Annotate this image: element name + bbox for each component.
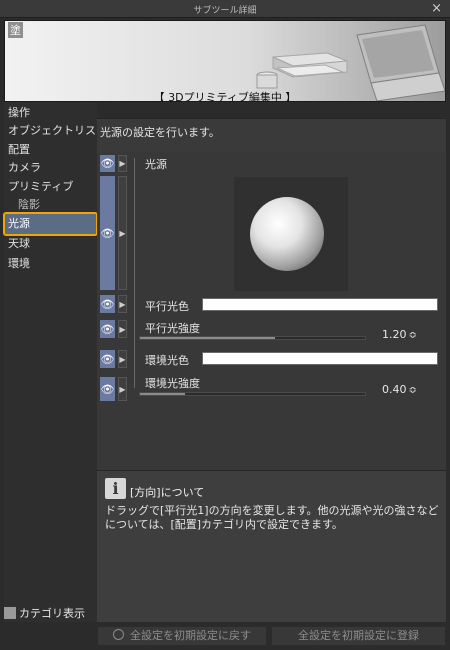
parallel-strength-eye-icon[interactable]: 👁 [100,320,115,338]
help-panel: i [方向]について ドラッグで[平行光1]の方向を変更します。他の光源や光の強… [97,470,446,622]
ambient-strength-input[interactable]: 0.40 ≎ [382,383,442,396]
category-description: 光源の設定を行います。 [97,118,446,152]
category-item-placement[interactable]: 配置 [4,141,97,159]
footer-bar: 全設定を初期設定に戻す 全設定を初期設定に登録 [0,622,450,650]
category-item-shading[interactable]: 陰影 [4,196,97,214]
category-display-toggle[interactable]: カテゴリ表示 [4,606,96,622]
parallel-strength-fill [140,337,275,339]
reset-defaults-button[interactable]: 全設定を初期設定に戻す [97,626,267,646]
parallel-strength-arrow-icon[interactable]: ▶ [118,320,127,338]
ambient-color-swatch[interactable] [202,352,438,365]
light-direction-arrow-icon[interactable]: ▶ [118,176,127,290]
parallel-color-eye-icon[interactable]: 👁 [100,295,115,313]
category-description-text: 光源の設定を行います。 [100,126,220,139]
ambient-color-arrow-icon[interactable]: ▶ [118,350,127,368]
category-item-primitive[interactable]: プリミティブ [4,178,97,196]
light-source-label: 光源 [145,158,167,171]
tool-preview: 塗 【 3Dプリミティブ編集中 】 [4,20,446,102]
ambient-strength-value: 0.40 [382,383,407,396]
tool-ghost-label: 塗 [8,22,23,38]
reset-icon [113,629,124,640]
info-icon: i [105,478,126,499]
window-title: サブツール詳細 [193,6,257,16]
parallel-strength-slider[interactable] [139,336,366,340]
light-settings-panel: 👁 ▶ 👁 ▶ 光源 👁 ▶ 平行光色 👁 ▶ 平行光強度 1.20 ≎ 👁 ▶ … [97,152,446,470]
light-direction-eye-icon[interactable]: 👁 [100,176,115,290]
ambient-color-label: 環境光色 [145,354,189,367]
spin-arrows-icon[interactable]: ≎ [409,385,417,396]
ambient-color-eye-icon[interactable]: 👁 [100,350,115,368]
reset-defaults-label: 全設定を初期設定に戻す [130,629,251,642]
parallel-color-swatch[interactable] [202,298,438,311]
spin-arrows-icon[interactable]: ≎ [409,330,417,341]
register-defaults-label: 全設定を初期設定に登録 [298,629,419,642]
category-display-label: カテゴリ表示 [19,607,85,620]
window-titlebar: サブツール詳細 × [0,0,450,18]
category-item-environment[interactable]: 環境 [4,255,97,273]
edit-status-label: 【 3Dプリミティブ編集中 】 [153,91,297,102]
close-icon[interactable]: × [431,1,442,16]
category-display-checkbox[interactable] [4,607,16,619]
parallel-color-arrow-icon[interactable]: ▶ [118,295,127,313]
parallel-color-label: 平行光色 [145,300,189,313]
light-direction-sphere[interactable] [234,177,348,291]
help-body: ドラッグで[平行光1]の方向を変更します。他の光源や光の強さなどについては、[配… [105,504,439,531]
visibility-eye-icon[interactable]: 👁 [100,155,115,172]
category-list: 操作 オブジェクトリスト 配置 カメラ プリミティブ 陰影 光源 天球 環境 [3,102,107,622]
ambient-strength-label: 環境光強度 [145,377,200,390]
ambient-strength-eye-icon[interactable]: 👁 [100,377,115,401]
category-item-sky-dome[interactable]: 天球 [4,235,97,253]
parallel-strength-label: 平行光強度 [145,322,200,335]
sphere-preview[interactable] [234,177,348,291]
ambient-strength-arrow-icon[interactable]: ▶ [118,377,127,401]
category-item-camera[interactable]: カメラ [4,159,97,177]
help-heading: [方向]について [130,486,205,499]
category-item-operation[interactable]: 操作 [4,104,97,122]
category-item-object-list[interactable]: オブジェクトリスト [4,122,107,140]
expand-arrow-icon[interactable]: ▶ [118,155,127,172]
category-item-light-source[interactable]: 光源 [3,212,98,236]
ambient-strength-fill [140,393,185,395]
parallel-strength-value: 1.20 [382,328,407,341]
ambient-strength-slider[interactable] [139,392,366,396]
tree-connector [134,158,135,388]
register-defaults-button[interactable]: 全設定を初期設定に登録 [271,626,446,646]
parallel-strength-input[interactable]: 1.20 ≎ [382,328,442,341]
